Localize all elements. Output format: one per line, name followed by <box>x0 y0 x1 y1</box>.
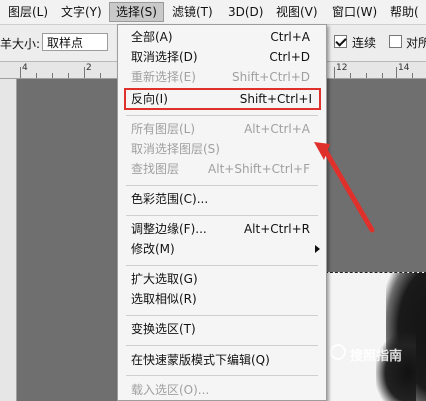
red-arrow-icon <box>314 142 375 233</box>
ruler-tick <box>412 73 413 78</box>
menu-item-color-range[interactable]: 色彩范围(C)... <box>118 189 326 209</box>
menu-item-grow[interactable]: 扩大选取(G) <box>118 269 326 289</box>
sample-size-label: 羊大小: <box>0 37 41 51</box>
hair-shape <box>376 333 416 401</box>
all-layers-checkbox[interactable] <box>389 35 402 48</box>
ruler-tick <box>350 73 351 78</box>
menu-item-all[interactable]: 全部(A) Ctrl+A <box>118 27 326 47</box>
menu-item-refine-edge[interactable]: 调整边缘(F)... Alt+Ctrl+R <box>118 219 326 239</box>
menu-item-quick-mask[interactable]: 在快速蒙版模式下编辑(Q) <box>118 350 326 370</box>
menu-3d[interactable]: 3D(D) <box>222 2 269 22</box>
watermark-icon <box>330 344 346 360</box>
menu-type[interactable]: 文字(Y) <box>55 2 108 22</box>
menu-layer[interactable]: 图层(L) <box>2 2 54 22</box>
menu-item-modify[interactable]: 修改(M) <box>118 239 326 259</box>
menu-item-reselect: 重新选择(E) Shift+Ctrl+D <box>131 70 310 84</box>
ruler-number: 2 <box>86 63 92 73</box>
watermark-text: 搜照指南 <box>350 349 403 364</box>
menu-separator <box>126 315 318 316</box>
ruler-tick <box>36 73 37 78</box>
contiguous-checkbox[interactable] <box>334 35 347 48</box>
menubar: 图层(L) 文字(Y) 选择(S) 滤镜(T) 3D(D) 视图(V) 窗口(W… <box>0 0 426 25</box>
inverse-highlight-box <box>124 88 321 110</box>
ruler-tick <box>366 73 367 78</box>
photoshop-window: 图层(L) 文字(Y) 选择(S) 滤镜(T) 3D(D) 视图(V) 窗口(W… <box>0 0 426 401</box>
ruler-tick <box>382 73 383 78</box>
ruler-tick <box>52 73 53 78</box>
submenu-arrow-icon <box>315 245 320 253</box>
menu-view[interactable]: 视图(V) <box>270 2 324 22</box>
ruler-tick <box>20 67 21 78</box>
menu-separator <box>126 115 318 116</box>
ruler-number: 12 <box>336 63 348 73</box>
menu-separator <box>126 185 318 186</box>
menu-item-all-layers: 所有图层(L) Alt+Ctrl+A <box>131 122 310 136</box>
ruler-number: 4 <box>22 63 28 73</box>
ruler-tick <box>396 67 397 78</box>
contiguous-label: 连续 <box>352 36 377 50</box>
vertical-ruler <box>0 79 17 401</box>
select-menu-dropdown: 全部(A) Ctrl+A 取消选择(D) Ctrl+D 重新选择(E) Shift+C… <box>117 24 327 401</box>
menu-item-deselect-layers: 取消选择图层(S) <box>131 142 220 156</box>
ruler-tick <box>100 73 101 78</box>
menu-window[interactable]: 窗口(W) <box>326 2 383 22</box>
menu-item-deselect[interactable]: 取消选择(D) Ctrl+D <box>118 47 326 67</box>
menu-help[interactable]: 帮助( <box>384 2 425 22</box>
menu-filter[interactable]: 滤镜(T) <box>166 2 219 22</box>
menu-separator <box>126 265 318 266</box>
ruler-number: 14 <box>398 63 410 73</box>
ruler-tick <box>84 67 85 78</box>
ruler-tick <box>334 67 335 78</box>
canvas-image[interactable] <box>325 272 426 401</box>
menu-item-load-selection: 载入选区(O)... <box>131 383 210 397</box>
sample-size-select[interactable]: 取样点 <box>42 33 108 51</box>
ruler-tick <box>68 73 69 78</box>
menu-item-similar[interactable]: 选取相似(R) <box>118 289 326 309</box>
menu-item-find-layers: 查找图层 Alt+Shift+Ctrl+F <box>131 162 310 176</box>
menu-separator <box>126 345 318 346</box>
all-layers-label: 对所 <box>406 36 426 50</box>
menu-separator <box>126 215 318 216</box>
menu-item-transform-selection[interactable]: 变换选区(T) <box>118 319 326 339</box>
menu-select[interactable]: 选择(S) <box>109 2 164 22</box>
menu-separator <box>126 375 318 376</box>
arrow-shaft <box>322 147 375 233</box>
